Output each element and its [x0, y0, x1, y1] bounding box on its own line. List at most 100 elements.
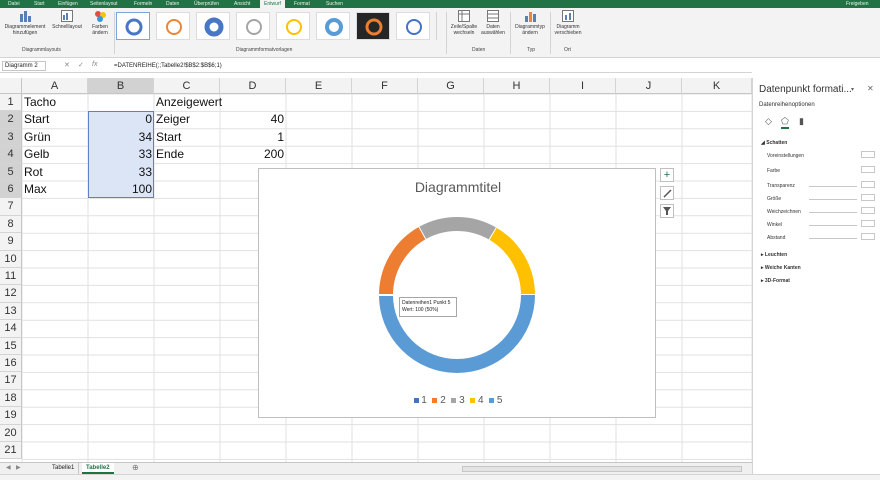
tab-daten[interactable]: Daten [166, 0, 179, 8]
chart-style-3[interactable] [196, 12, 230, 40]
doughnut-segment-3[interactable] [419, 217, 497, 241]
column-header-b[interactable]: B [88, 78, 154, 94]
name-box[interactable]: Diagramm 2 [2, 61, 46, 71]
cell-a2[interactable]: Start [22, 111, 88, 128]
move-chart-button[interactable]: Diagramm verschieben [552, 10, 584, 36]
tab-start[interactable]: Start [34, 0, 45, 8]
column-header-a[interactable]: A [22, 78, 88, 94]
cell-b5[interactable]: 33 [88, 164, 154, 181]
legend-item-3[interactable]: 3 [451, 395, 465, 406]
column-header-k[interactable]: K [682, 78, 752, 94]
row-header[interactable]: 6 [0, 181, 22, 199]
column-header-g[interactable]: G [418, 78, 484, 94]
transparency-input[interactable] [861, 181, 875, 188]
color-dropdown[interactable] [861, 166, 875, 173]
row-header[interactable]: 13 [0, 302, 22, 321]
row-header[interactable]: 5 [0, 163, 22, 181]
next-sheet-icon[interactable]: ▶ [16, 464, 21, 471]
column-header-f[interactable]: F [352, 78, 418, 94]
pane-section-selector[interactable]: Datenreihenoptionen [759, 102, 815, 108]
doughnut-chart[interactable] [259, 169, 657, 419]
legend-item-2[interactable]: 2 [432, 395, 446, 406]
gallery-scroll[interactable] [436, 12, 444, 40]
row-header[interactable]: 4 [0, 146, 22, 164]
cell-b3[interactable]: 34 [88, 129, 154, 146]
column-header-d[interactable]: D [220, 78, 286, 94]
cell-a4[interactable]: Gelb [22, 146, 88, 163]
chart-elements-button[interactable]: + [660, 168, 674, 182]
select-data-button[interactable]: Daten auswählen [480, 10, 506, 36]
chart-style-2[interactable] [156, 12, 190, 40]
column-header-h[interactable]: H [484, 78, 550, 94]
chart-styles-button[interactable] [660, 186, 674, 200]
effects-icon[interactable]: ⬠ [781, 116, 789, 129]
change-chart-type-button[interactable]: Diagrammtyp ändern [512, 10, 548, 36]
tab-ueberpruefen[interactable]: Überprüfen [194, 0, 219, 8]
legend-item-5[interactable]: 5 [489, 395, 502, 406]
tab-ansicht[interactable]: Ansicht [234, 0, 250, 8]
cell-a3[interactable]: Grün [22, 129, 88, 146]
chart-style-5[interactable] [276, 12, 310, 40]
chart-style-4[interactable] [236, 12, 270, 40]
add-sheet-icon[interactable]: ⊕ [132, 463, 139, 472]
doughnut-segment-4[interactable] [489, 227, 535, 296]
sheet-tab-tabelle2[interactable]: Tabelle2 [82, 463, 114, 474]
fill-bucket-icon[interactable]: ◇ [765, 116, 772, 127]
doughnut-segment-2[interactable] [379, 226, 427, 296]
row-header[interactable]: 15 [0, 337, 22, 355]
cell-c4[interactable]: Ende [154, 146, 220, 163]
formula-input[interactable]: =DATENREIHE(;;Tabelle2!$B$2:$B$6;1) [114, 61, 744, 71]
row-header[interactable]: 18 [0, 389, 22, 408]
cell-a6[interactable]: Max [22, 181, 88, 198]
switch-row-column-button[interactable]: Zeile/Spalte wechseln [450, 10, 478, 36]
transparency-slider[interactable] [809, 186, 857, 187]
cell-c3[interactable]: Start [154, 129, 220, 146]
tab-seitenlayout[interactable]: Seitenlayout [90, 0, 118, 8]
column-header-j[interactable]: J [616, 78, 682, 94]
share-button[interactable]: Freigeben [846, 0, 869, 8]
series-options-icon[interactable]: ▮ [799, 116, 804, 127]
cell-d4[interactable]: 200 [220, 146, 286, 163]
cell-b6[interactable]: 100 [88, 181, 154, 198]
blur-slider[interactable] [809, 212, 857, 213]
confirm-icon[interactable]: ✓ [78, 61, 84, 69]
cancel-icon[interactable]: ✕ [64, 61, 70, 69]
change-colors-button[interactable]: Farben ändern [88, 10, 112, 36]
column-header-i[interactable]: I [550, 78, 616, 94]
soft-edges-section-header[interactable]: ▸ Weiche Kanten [761, 265, 801, 271]
tab-entwurf[interactable]: Entwurf [260, 0, 285, 8]
cell-a5[interactable]: Rot [22, 164, 88, 181]
cell-d2[interactable]: 40 [220, 111, 286, 128]
size-input[interactable] [861, 194, 875, 201]
row-header[interactable]: 14 [0, 320, 22, 338]
chart-style-1[interactable] [116, 12, 150, 40]
row-header[interactable]: 7 [0, 198, 22, 216]
row-header[interactable]: 19 [0, 407, 22, 425]
row-header[interactable]: 10 [0, 250, 22, 268]
format3d-section-header[interactable]: ▸ 3D-Format [761, 278, 790, 284]
row-header[interactable]: 21 [0, 442, 22, 460]
tab-einfuegen[interactable]: Einfügen [58, 0, 78, 8]
angle-input[interactable] [861, 220, 875, 227]
horizontal-scrollbar[interactable] [462, 466, 742, 472]
chart-style-6[interactable] [316, 12, 350, 40]
size-slider[interactable] [809, 199, 857, 200]
row-header[interactable]: 16 [0, 355, 22, 373]
column-header-e[interactable]: E [286, 78, 352, 94]
tab-suchen[interactable]: Suchen [326, 0, 343, 8]
chevron-down-icon[interactable]: ▾ [851, 86, 854, 93]
row-header[interactable]: 2 [0, 111, 22, 129]
sheet-tab-tabelle1[interactable]: Tabelle1 [48, 463, 80, 474]
row-header[interactable]: 11 [0, 268, 22, 286]
chart-style-8[interactable] [396, 12, 430, 40]
cell-b4[interactable]: 33 [88, 146, 154, 163]
tab-formeln[interactable]: Formeln [134, 0, 152, 8]
row-header[interactable]: 8 [0, 215, 22, 234]
shadow-section-header[interactable]: ◢ Schatten [761, 140, 787, 146]
distance-input[interactable] [861, 233, 875, 240]
function-icon[interactable]: fx [92, 61, 97, 68]
cell-c2[interactable]: Zeiger [154, 111, 220, 128]
row-header[interactable]: 9 [0, 233, 22, 251]
angle-slider[interactable] [809, 225, 857, 226]
prev-sheet-icon[interactable]: ◀ [6, 464, 11, 471]
